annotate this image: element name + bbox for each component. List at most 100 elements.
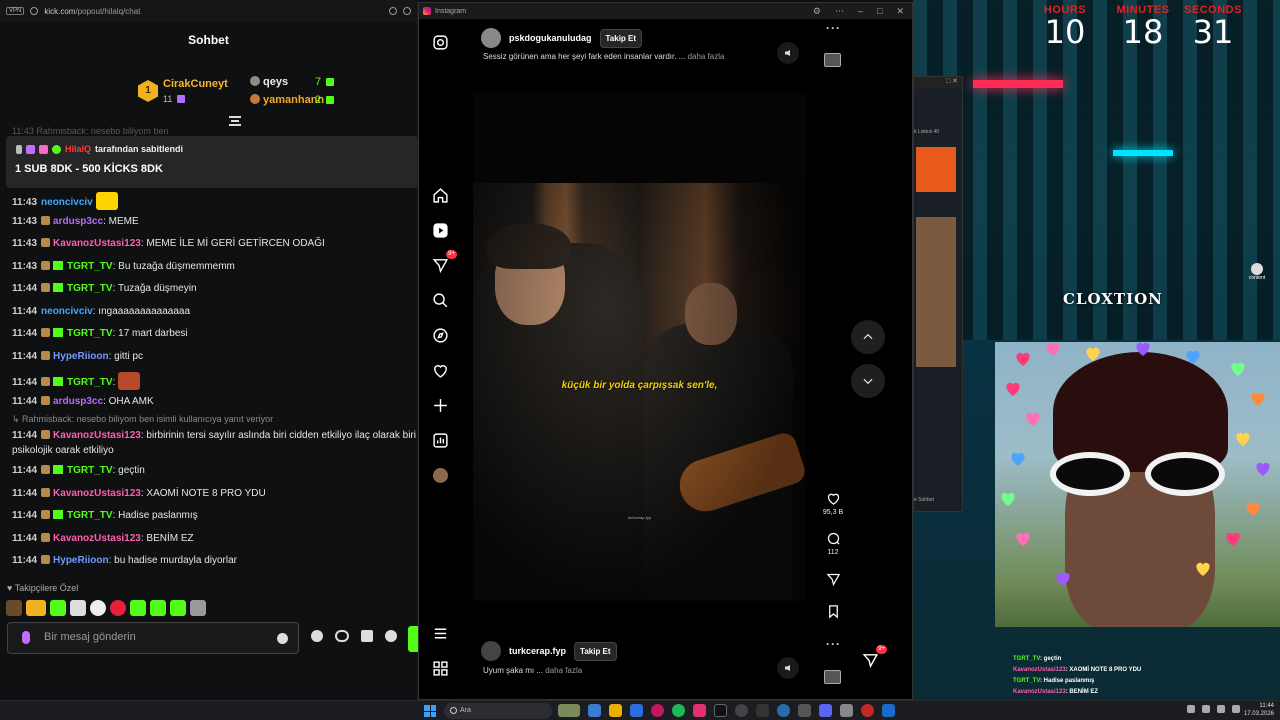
store-icon[interactable]	[361, 630, 373, 642]
close-button[interactable]: ✕	[896, 6, 904, 17]
messages-icon[interactable]: 9+	[429, 250, 457, 276]
message-username[interactable]: TGRT_TV	[67, 465, 113, 476]
app-icon[interactable]	[756, 704, 769, 717]
chat-message[interactable]: 11:44 TGRT_TV: 17 mart darbesi	[12, 327, 418, 350]
user-avatar[interactable]	[481, 28, 501, 48]
chat-message[interactable]: 11:44 HypeRiioon: bu hadise murdayla diyo…	[12, 554, 418, 577]
more-options-icon[interactable]: ···	[826, 21, 841, 35]
steam-icon[interactable]	[882, 704, 895, 717]
emote-icon[interactable]	[90, 600, 106, 616]
post-username[interactable]: turkcerap.fyp	[509, 646, 566, 656]
chat-message[interactable]: 11:43 neoncivciv	[12, 192, 418, 215]
message-username[interactable]: neoncivciv	[41, 197, 93, 208]
emote-icon[interactable]	[130, 600, 146, 616]
chat-message[interactable]: 11:43 ardusp3cc: MEME	[12, 215, 418, 238]
message-username[interactable]: TGRT_TV	[67, 328, 113, 339]
pinned-by-user[interactable]: HilalQ	[65, 144, 91, 154]
leaderboard-first-name[interactable]: CirakCuneyt	[163, 78, 228, 90]
chat-input[interactable]	[44, 631, 264, 643]
obs-icon[interactable]	[735, 704, 748, 717]
message-username[interactable]: HypeRiioon	[53, 555, 109, 566]
explore-icon[interactable]	[429, 324, 451, 346]
chat-message[interactable]: 11:44 TGRT_TV: geçtin	[12, 464, 418, 487]
chat-message[interactable]: 11:44 TGRT_TV: Tuzağa düşmeyin	[12, 282, 418, 305]
leaderboard-second-name[interactable]: qeys	[250, 76, 288, 88]
emote-icon[interactable]	[26, 600, 46, 616]
vpn-badge[interactable]: VPN	[6, 7, 25, 15]
chat-message[interactable]: 11:44 TGRT_TV: Hadise paslanmış	[12, 509, 418, 532]
file-explorer-icon[interactable]	[609, 704, 622, 717]
user-avatar[interactable]	[481, 641, 501, 661]
volume-icon[interactable]	[777, 657, 799, 679]
message-username[interactable]: ardusp3cc	[53, 396, 103, 407]
mic-icon[interactable]	[22, 631, 30, 644]
start-button[interactable]	[424, 705, 436, 717]
window-titlebar[interactable]: Instagram ⚙ ⋯ – □ ✕	[419, 3, 912, 19]
profile-avatar[interactable]	[429, 464, 451, 486]
next-reel-button[interactable]	[851, 364, 885, 398]
notifications-heart-icon[interactable]	[429, 359, 451, 381]
message-username[interactable]: TGRT_TV	[67, 377, 113, 388]
chat-message[interactable]: 11:44 KavanozUstasi123: XAOMİ NOTE 8 PRO …	[12, 487, 418, 510]
browser-icon[interactable]	[777, 704, 790, 717]
chat-message[interactable]: 11:44 TGRT_TV:	[12, 372, 418, 395]
reel-video[interactable]: küçük bir yolda çarpışsak sen'le, turkce…	[473, 183, 806, 599]
dashboard-icon[interactable]	[429, 429, 451, 451]
message-username[interactable]: KavanozUstasi123	[53, 488, 141, 499]
send-button[interactable]	[408, 626, 418, 652]
store-icon[interactable]	[630, 704, 643, 717]
chevron-up-icon[interactable]	[1187, 705, 1195, 713]
app-icon[interactable]	[840, 704, 853, 717]
opera-icon[interactable]	[651, 704, 664, 717]
tiktok-icon[interactable]	[714, 704, 727, 717]
chat-message[interactable]: 11:43 TGRT_TV: Bu tuzağa düşmemmemm	[12, 260, 418, 283]
volume-icon[interactable]	[1232, 705, 1240, 713]
reels-icon[interactable]	[429, 219, 451, 241]
copilot-icon[interactable]	[588, 704, 601, 717]
message-username[interactable]: KavanozUstasi123	[53, 238, 141, 249]
comment-button[interactable]: 112	[819, 531, 847, 556]
settings-gear-icon[interactable]	[385, 630, 397, 642]
share-button[interactable]	[819, 572, 847, 590]
spotify-icon[interactable]	[672, 704, 685, 717]
message-username[interactable]: TGRT_TV	[67, 510, 113, 521]
chrome-icon[interactable]	[861, 704, 874, 717]
page-url[interactable]: kick.com/popout/hilalq/chat	[44, 7, 383, 16]
extensions-icon[interactable]: ⚙	[813, 6, 821, 17]
window-controls[interactable]: □ ✕	[914, 77, 962, 89]
chat-message[interactable]: 11:44 HypeRiioon: gitti pc	[12, 350, 418, 373]
background-window[interactable]: □ ✕ k Listesi 40 e Sohbet	[913, 76, 963, 512]
post-username[interactable]: pskdogukanuludag	[509, 33, 592, 43]
emote-icon[interactable]	[50, 600, 66, 616]
follow-button[interactable]: Takip Et	[574, 641, 617, 661]
follow-button[interactable]: Takip Et	[599, 28, 643, 48]
home-icon[interactable]	[429, 184, 451, 206]
chat-message[interactable]: 11:44 ardusp3cc: OHA AMK	[12, 395, 418, 418]
volume-icon[interactable]	[777, 42, 799, 64]
discord-icon[interactable]	[819, 704, 832, 717]
emote-icon[interactable]	[6, 600, 22, 616]
more-link[interactable]: daha fazla	[688, 52, 725, 61]
leaderboard-third-name[interactable]: yamanhann	[250, 94, 324, 106]
pinned-message[interactable]: HilalQ tarafından sabitlendi 1 SUB 8DK -…	[6, 136, 418, 188]
content-shortcut[interactable]: content	[1245, 263, 1269, 281]
chat-input-box[interactable]	[7, 622, 299, 654]
widget-icon[interactable]	[558, 704, 580, 717]
browser-url-bar[interactable]: VPN kick.com/popout/hilalq/chat	[0, 0, 417, 22]
emote-icon[interactable]	[190, 600, 206, 616]
like-button[interactable]: 95,3 B	[819, 491, 847, 516]
more-options-icon[interactable]: ···	[826, 637, 841, 651]
previous-reel-button[interactable]	[851, 320, 885, 354]
minimize-button[interactable]: –	[858, 6, 863, 17]
app-icon[interactable]	[798, 704, 811, 717]
message-username[interactable]: KavanozUstasi123	[53, 533, 141, 544]
filter-icon[interactable]	[229, 116, 241, 126]
audio-thumbnail[interactable]	[824, 670, 841, 684]
chat-message[interactable]: 11:44 KavanozUstasi123: birbirinin tersi …	[12, 428, 418, 464]
message-username[interactable]: TGRT_TV	[67, 283, 113, 294]
taskbar-clock[interactable]: 11:44 17.03.2026	[1244, 702, 1274, 718]
message-username[interactable]: ardusp3cc	[53, 216, 103, 227]
message-username[interactable]: TGRT_TV	[67, 261, 113, 272]
emote-icon[interactable]	[150, 600, 166, 616]
kicks-icon[interactable]	[311, 630, 323, 642]
